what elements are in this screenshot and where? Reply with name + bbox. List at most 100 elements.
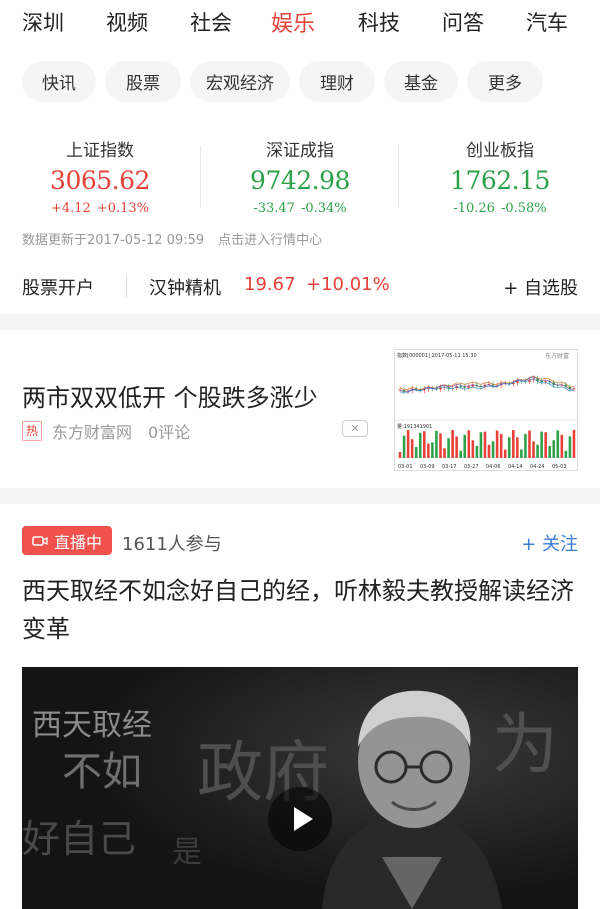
news-source: 东方财富网	[52, 423, 133, 442]
tab-qa[interactable]: 问答	[442, 7, 484, 37]
divider	[200, 146, 201, 208]
volume-bar	[552, 440, 556, 458]
index-value: 3065.62	[50, 166, 150, 195]
volume-bar	[447, 438, 450, 458]
volume-bar	[520, 449, 523, 458]
tab-video[interactable]: 视频	[106, 7, 148, 37]
volume-bar	[398, 452, 402, 458]
index-change: +4.12 +0.13%	[50, 201, 150, 216]
volume-bar	[572, 430, 576, 458]
video-camera-icon	[32, 535, 48, 546]
volume-bar	[516, 437, 519, 458]
volume-bar	[548, 445, 551, 458]
stock-name[interactable]: 汉钟精机	[149, 274, 221, 300]
volume-bar	[524, 434, 527, 458]
channel-tabs: 深圳 视频 社会 娱乐 科技 问答 汽车	[0, 0, 600, 46]
tab-auto[interactable]: 汽车	[526, 7, 568, 37]
volume-bar	[479, 432, 483, 458]
volume-bar	[414, 447, 418, 458]
volume-bar	[556, 430, 560, 458]
volume-bar	[503, 449, 507, 458]
volume-bar	[544, 432, 547, 458]
index-value: 9742.98	[250, 166, 350, 195]
tab-shenzhen[interactable]: 深圳	[22, 7, 64, 37]
volume-bar	[423, 431, 426, 458]
volume-bar	[475, 445, 479, 458]
chart-date-label: 03-17	[442, 464, 457, 470]
stock-strip: 股票开户 汉钟精机 19.67 +10.01% + 自选股	[0, 274, 600, 300]
candle-body	[467, 386, 471, 388]
pill-wealth[interactable]: 理财	[299, 61, 375, 102]
volume-bar	[455, 436, 458, 458]
volume-bar	[560, 434, 564, 458]
stock-price: 19.67	[244, 274, 296, 295]
section-gap	[0, 488, 600, 504]
update-info: 数据更新于2017-05-12 09:59 点击进入行情中心	[22, 229, 322, 248]
news-thumbnail: 指数[000001] 2017-05-11 15:30 东方财富 量:19134…	[394, 349, 578, 471]
index-chinext[interactable]: 创业板指 1762.15 -10.26 -0.58%	[410, 136, 590, 216]
market-center-link[interactable]: 点击进入行情中心	[218, 233, 322, 248]
index-name: 上证指数	[66, 141, 134, 161]
chart-date-label: 03-09	[420, 464, 435, 470]
pill-flash-news[interactable]: 快讯	[22, 61, 96, 102]
news-title[interactable]: 两市双双低开 个股跌多涨少	[22, 378, 318, 413]
volume-bar	[532, 441, 535, 458]
index-name: 深证成指	[266, 141, 334, 161]
poster-text: 好自己	[22, 817, 136, 861]
candle-body	[459, 385, 462, 387]
index-shanghai[interactable]: 上证指数 3065.62 +4.12 +0.13%	[10, 136, 190, 216]
open-account-link[interactable]: 股票开户	[22, 274, 94, 300]
volume-bar	[512, 430, 515, 458]
update-time: 数据更新于2017-05-12 09:59	[22, 233, 205, 248]
pill-stocks[interactable]: 股票	[105, 61, 181, 102]
play-button[interactable]	[268, 787, 332, 851]
chart-header: 指数[000001] 2017-05-11 15:30	[397, 352, 477, 359]
video-poster[interactable]: 西天取经 不如 好自己 是 政府 为	[22, 667, 578, 909]
volume-bar	[406, 430, 410, 458]
volume-bar	[402, 435, 406, 458]
news-meta: 热 东方财富网 0评论	[22, 419, 190, 443]
volume-bar	[564, 450, 568, 458]
pill-macro-economy[interactable]: 宏观经济	[190, 61, 290, 102]
tab-entertainment[interactable]: 娱乐	[271, 6, 315, 38]
candlestick-chart-image: 指数[000001] 2017-05-11 15:30 东方财富 量:19134…	[395, 352, 577, 470]
volume-bar	[495, 430, 499, 458]
watchlist-button[interactable]: + 自选股	[503, 274, 578, 300]
volume-bar	[451, 430, 454, 458]
volume-bar	[439, 433, 442, 458]
volume-bar	[435, 430, 438, 458]
volume-bar	[540, 431, 543, 458]
index-change: -33.47 -0.34%	[253, 201, 347, 216]
volume-bar	[568, 436, 572, 458]
volume-bar	[431, 442, 434, 458]
tab-society[interactable]: 社会	[190, 7, 232, 37]
live-badge: 直播中	[22, 526, 113, 555]
pill-funds[interactable]: 基金	[384, 61, 458, 102]
chart-date-label: 04-24	[530, 464, 545, 470]
hot-badge: 热	[22, 421, 42, 441]
participant-count: 1611人参与	[122, 534, 222, 555]
index-name: 创业板指	[466, 141, 534, 161]
tab-tech[interactable]: 科技	[358, 7, 400, 37]
stock-change: +10.01%	[306, 274, 390, 295]
chart-date-label: 03-01	[398, 464, 413, 470]
volume-bar	[499, 434, 503, 458]
volume-bar	[491, 441, 495, 458]
chart-date-label: 05-03	[552, 464, 567, 470]
dislike-close-icon[interactable]: ✕	[342, 420, 368, 437]
poster-text: 不如	[62, 749, 142, 795]
live-badge-label: 直播中	[54, 532, 103, 552]
volume-bar	[507, 437, 511, 458]
divider	[126, 275, 127, 298]
follow-button[interactable]: + 关注	[521, 530, 578, 556]
index-shenzhen[interactable]: 深证成指 9742.98 -33.47 -0.34%	[210, 136, 390, 216]
volume-label: 量:191341901	[397, 423, 432, 430]
volume-bar	[483, 431, 487, 458]
pill-more[interactable]: 更多	[467, 61, 543, 102]
volume-bar	[471, 440, 475, 458]
news-comments: 0评论	[148, 423, 191, 442]
live-title[interactable]: 西天取经不如念好自己的经，听林毅夫教授解读经济变革	[22, 572, 582, 648]
chart-date-label: 03-27	[464, 464, 479, 470]
volume-bar	[467, 430, 471, 458]
candle-body	[540, 380, 543, 383]
